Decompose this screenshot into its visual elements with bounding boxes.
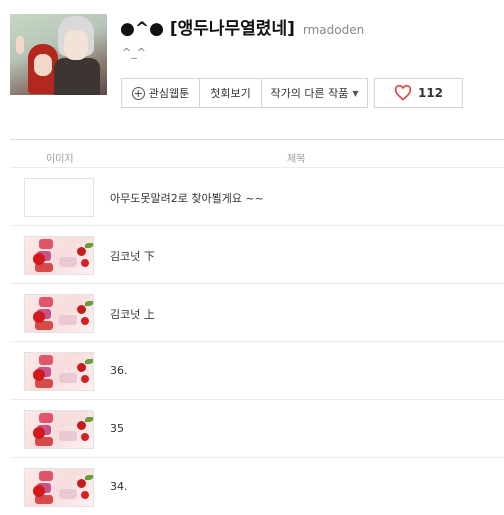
interest-button[interactable]: + 관심웹툰	[122, 79, 200, 107]
like-button[interactable]: 112	[374, 78, 463, 108]
divider	[10, 139, 504, 140]
episode-title[interactable]: 김코넛 上	[110, 306, 155, 322]
interest-label: 관심웹툰	[148, 87, 190, 100]
episode-thumbnail[interactable]	[24, 236, 94, 275]
webtoon-title: ●^● [앵두나무열렸네]	[120, 19, 295, 39]
episode-thumbnail[interactable]	[24, 468, 94, 507]
webtoon-cover-thumbnail	[10, 14, 107, 95]
column-header-image: 이미지	[46, 154, 74, 165]
caret-down-icon: ▼	[352, 88, 359, 98]
episode-row[interactable]: 34.	[10, 458, 504, 515]
episode-row[interactable]: 36.	[10, 342, 504, 400]
first-episode-label: 첫회보기	[210, 87, 251, 100]
episode-title[interactable]: 34.	[110, 480, 128, 493]
other-works-dropdown[interactable]: 작가의 다른 작품 ▼	[262, 79, 367, 107]
episode-title[interactable]: 36.	[110, 364, 128, 377]
episode-title[interactable]: 35	[110, 422, 124, 435]
action-button-group: + 관심웹툰 첫회보기 작가의 다른 작품 ▼	[121, 78, 368, 108]
episode-thumbnail[interactable]	[24, 410, 94, 449]
like-count: 112	[417, 86, 444, 100]
episode-row[interactable]: 35	[10, 400, 504, 458]
episode-thumbnail[interactable]	[24, 352, 94, 391]
episode-thumbnail[interactable]	[24, 178, 94, 217]
episode-row[interactable]: 김코넛 上	[10, 284, 504, 342]
heart-icon	[394, 85, 412, 101]
webtoon-description: ^_^	[122, 46, 146, 59]
episode-row[interactable]: 아무도못말려2로 찾아뵐게요 ~~	[10, 168, 504, 226]
episode-row[interactable]: 김코넛 下	[10, 226, 504, 284]
column-header-title: 제목	[287, 154, 306, 165]
episode-title[interactable]: 김코넛 下	[110, 248, 155, 264]
title-row: ●^● [앵두나무열렸네] rmadoden	[120, 14, 364, 40]
plus-circle-icon: +	[131, 86, 145, 100]
author-name[interactable]: rmadoden	[303, 23, 364, 37]
episode-thumbnail[interactable]	[24, 294, 94, 333]
other-works-label: 작가의 다른 작품	[270, 87, 349, 100]
episode-title[interactable]: 아무도못말려2로 찾아뵐게요 ~~	[110, 190, 264, 206]
first-episode-button[interactable]: 첫회보기	[200, 79, 262, 107]
